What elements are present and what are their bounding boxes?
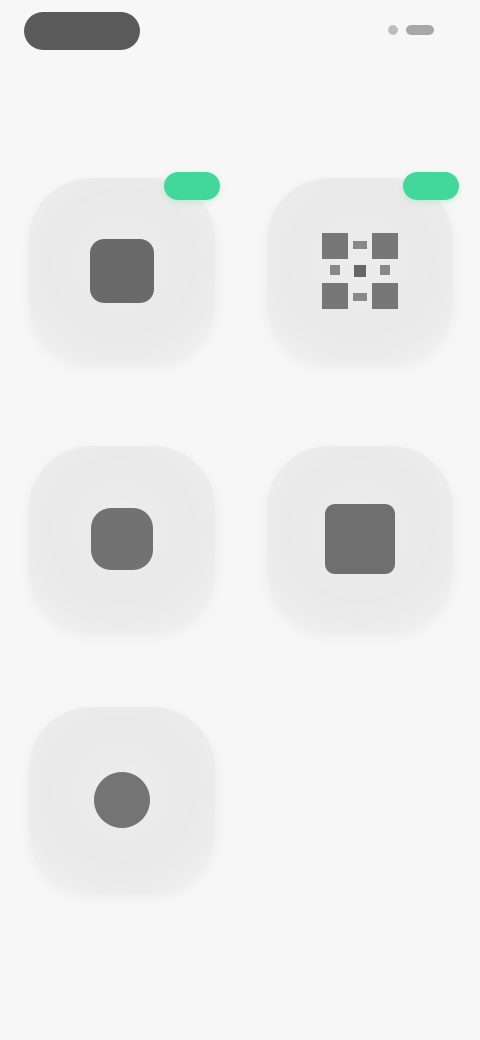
qr-grid-icon (314, 225, 406, 317)
tile-1-badge (164, 172, 220, 200)
back-button[interactable] (24, 12, 140, 50)
rounded-square-icon (81, 498, 163, 580)
tile-4[interactable] (267, 446, 453, 632)
tile-1[interactable] (29, 178, 215, 364)
screen (0, 0, 480, 1040)
tile-3[interactable] (29, 446, 215, 632)
status-area (388, 20, 442, 40)
tile-5[interactable] (29, 707, 215, 893)
status-bar-icon (406, 25, 434, 35)
tile-2-badge (403, 172, 459, 200)
square-icon (82, 231, 162, 311)
top-bar (0, 0, 480, 130)
square-dark-icon (317, 496, 403, 582)
circle-icon (82, 760, 162, 840)
status-dot-icon (388, 25, 398, 35)
tile-2[interactable] (267, 178, 453, 364)
